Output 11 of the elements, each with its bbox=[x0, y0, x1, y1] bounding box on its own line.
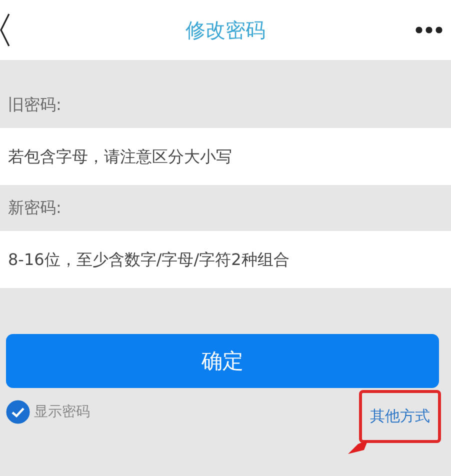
page-title: 修改密码 bbox=[186, 16, 266, 44]
other-method-link[interactable]: 其他方式 bbox=[359, 390, 441, 443]
field-label: 旧密码: bbox=[7, 94, 62, 116]
password-field[interactable]: 若包含字母，请注意区分大小写 bbox=[0, 128, 451, 185]
password-field[interactable]: 8-16位，至少含数字/字母/字符2种组合 bbox=[0, 231, 451, 288]
field-label: 新密码: bbox=[7, 197, 62, 219]
back-icon[interactable] bbox=[0, 13, 10, 47]
checkbox[interactable] bbox=[6, 400, 30, 424]
confirm-button[interactable]: 确定 bbox=[6, 334, 439, 388]
checkbox-label: 显示密码 bbox=[34, 403, 90, 421]
more-icon[interactable] bbox=[415, 26, 443, 34]
